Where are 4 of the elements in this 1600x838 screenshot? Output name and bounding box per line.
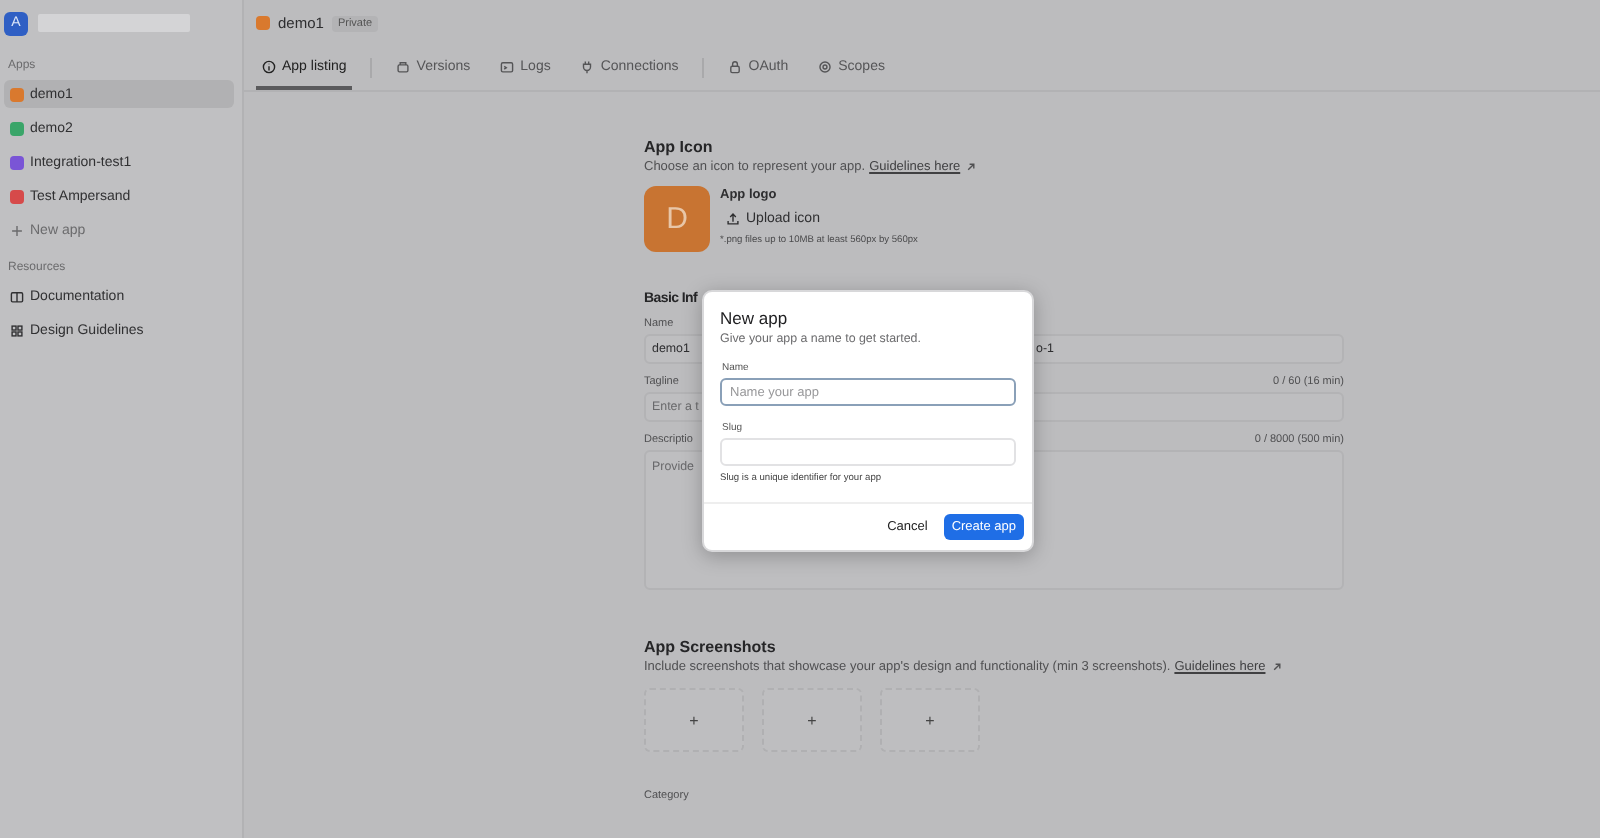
app-logo-tile: D: [644, 186, 710, 252]
section-heading: App Screenshots: [644, 638, 778, 656]
section-heading: App Icon: [644, 138, 715, 156]
dialog-title: New app: [720, 308, 790, 328]
